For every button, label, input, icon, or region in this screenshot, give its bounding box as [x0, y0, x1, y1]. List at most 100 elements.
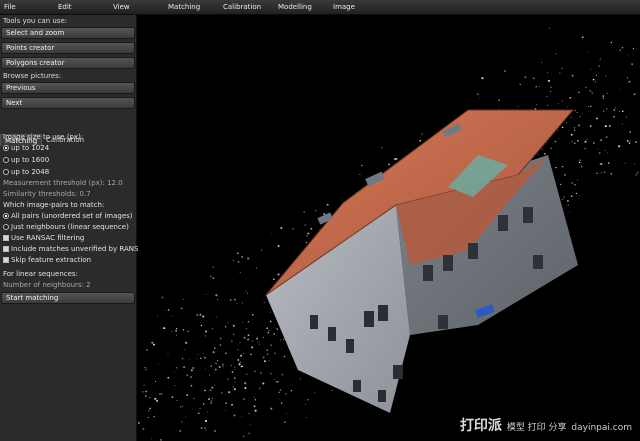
menu-edit[interactable]: Edit: [58, 3, 72, 11]
cloud-point: [258, 387, 261, 389]
cloud-point: [255, 267, 258, 269]
menu-matching[interactable]: Matching: [168, 3, 200, 11]
model-viewport[interactable]: 打印派 模型 打印 分享 dayinpai.com: [138, 15, 640, 441]
cloud-point: [219, 344, 222, 346]
start-matching-button[interactable]: Start matching: [1, 292, 135, 304]
cloud-point: [283, 421, 286, 424]
cloud-point: [613, 115, 615, 118]
cloud-point: [273, 333, 276, 335]
cloud-point: [618, 145, 621, 148]
cloud-point: [629, 140, 631, 142]
cloud-point: [161, 296, 164, 299]
cloud-point: [214, 368, 217, 371]
cloud-point: [280, 339, 281, 341]
cloud-point: [176, 367, 178, 369]
next-button[interactable]: Next: [1, 97, 135, 109]
cloud-point: [268, 329, 270, 331]
radio-icon: [3, 213, 9, 219]
cloud-point: [498, 99, 501, 102]
cloud-point: [242, 352, 244, 354]
cloud-point: [210, 400, 213, 402]
cloud-point: [183, 349, 185, 351]
skip-feature-checkbox[interactable]: Skip feature extraction: [3, 256, 91, 264]
cloud-point: [227, 321, 229, 323]
cloud-point: [167, 309, 170, 311]
cloud-point: [278, 398, 280, 400]
previous-button[interactable]: Previous: [1, 82, 135, 94]
cloud-point: [262, 356, 265, 359]
cloud-point: [305, 403, 307, 405]
cloud-point: [153, 343, 155, 346]
cloud-point: [592, 142, 595, 144]
cloud-point: [204, 389, 206, 392]
points-creator-button[interactable]: Points creator: [1, 42, 135, 54]
cloud-point: [314, 391, 316, 393]
cloud-point: [155, 409, 157, 411]
cloud-point: [270, 344, 272, 346]
cloud-point: [171, 330, 173, 333]
menu-calibration[interactable]: Calibration: [223, 3, 261, 11]
cloud-point: [248, 412, 251, 415]
menu-image[interactable]: Image: [333, 3, 355, 11]
cloud-point: [603, 171, 606, 174]
cloud-point: [605, 75, 607, 77]
cloud-point: [247, 292, 249, 295]
cloud-point: [269, 320, 272, 323]
cloud-point: [209, 275, 212, 278]
radio-icon: [3, 145, 9, 151]
cloud-point: [635, 141, 637, 143]
cloud-point: [602, 97, 605, 100]
cloud-point: [618, 89, 620, 91]
cloud-point: [221, 392, 223, 394]
cloud-point: [179, 429, 182, 432]
cloud-point: [571, 74, 574, 77]
ransac-checkbox[interactable]: Use RANSAC filtering: [3, 234, 84, 242]
cloud-point: [175, 334, 177, 336]
menu-modelling[interactable]: Modelling: [278, 3, 312, 11]
cloud-point: [205, 293, 207, 295]
cloud-point: [254, 370, 256, 373]
cloud-point: [479, 97, 481, 99]
cloud-point: [599, 139, 603, 142]
checkbox-icon: [3, 257, 9, 263]
menu-view[interactable]: View: [113, 3, 130, 11]
cloud-point: [606, 92, 608, 95]
cloud-point: [259, 371, 262, 374]
cloud-point: [607, 151, 609, 153]
cloud-point: [381, 147, 383, 149]
cloud-point: [388, 163, 390, 166]
size-option-1024[interactable]: up to 1024: [3, 144, 49, 152]
cloud-point: [573, 129, 576, 131]
cloud-point: [579, 115, 581, 118]
cloud-point: [282, 338, 285, 341]
polygons-creator-button[interactable]: Polygons creator: [1, 57, 135, 69]
cloud-point: [158, 363, 160, 365]
size-option-2048[interactable]: up to 2048: [3, 168, 49, 176]
cloud-point: [197, 412, 200, 415]
cloud-point: [188, 359, 190, 361]
cloud-point: [557, 129, 559, 132]
pair-option-neighbours[interactable]: Just neighbours (linear sequence): [3, 223, 129, 231]
unverified-checkbox[interactable]: Include matches unverified by RANSAC: [3, 245, 148, 253]
pair-option-all[interactable]: All pairs (unordered set of images): [3, 212, 133, 220]
cloud-point: [211, 328, 213, 330]
cloud-point: [188, 330, 190, 332]
cloud-point: [634, 163, 636, 165]
image-size-label: Image size to use (px):: [3, 133, 84, 141]
cloud-point: [142, 427, 145, 430]
cloud-point: [251, 346, 254, 349]
cloud-point: [292, 227, 294, 230]
cloud-point: [230, 299, 232, 301]
menu-file[interactable]: File: [4, 3, 16, 11]
cloud-point: [604, 149, 606, 151]
cloud-point: [263, 301, 265, 303]
size-option-1600[interactable]: up to 1600: [3, 156, 49, 164]
cloud-point: [277, 273, 280, 276]
cloud-point: [576, 111, 578, 114]
radio-icon: [3, 169, 9, 175]
cloud-point: [589, 125, 592, 127]
select-and-zoom-button[interactable]: Select and zoom: [1, 27, 135, 39]
cloud-point: [628, 142, 631, 144]
cloud-point: [273, 278, 275, 280]
cloud-point: [618, 111, 620, 113]
